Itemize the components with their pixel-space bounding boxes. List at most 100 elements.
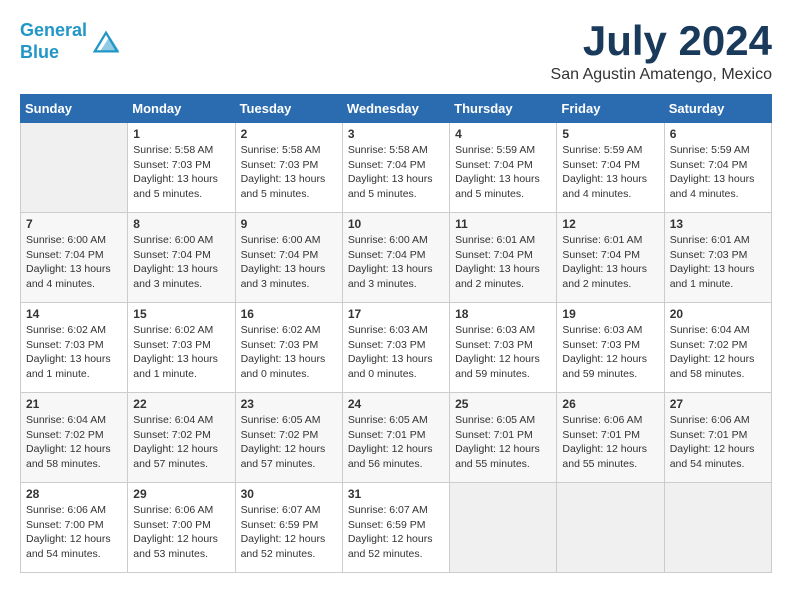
calendar-cell: 7Sunrise: 6:00 AM Sunset: 7:04 PM Daylig… [21,213,128,303]
weekday-header-tuesday: Tuesday [235,95,342,123]
day-info: Sunrise: 6:06 AM Sunset: 7:00 PM Dayligh… [133,503,229,562]
day-number: 31 [348,487,444,501]
calendar-cell: 1 Sunrise: 5:58 AM Sunset: 7:03 PM Daylig… [128,123,235,213]
calendar-cell: 11 Sunrise: 6:01 AM Sunset: 7:04 PM Dayli… [450,213,557,303]
calendar-week-row: 1 Sunrise: 5:58 AM Sunset: 7:03 PM Daylig… [21,123,772,213]
logo-text: GeneralBlue [20,20,87,63]
day-info: Sunrise: 6:06 AM Sunset: 7:01 PM Dayligh… [670,413,766,472]
calendar-cell: 21 Sunrise: 6:04 AM Sunset: 7:02 PM Dayli… [21,393,128,483]
day-number: 5 [562,127,658,141]
day-info: Sunrise: 5:58 AM Sunset: 7:03 PM Dayligh… [133,143,229,202]
calendar-cell: 28Sunrise: 6:06 AM Sunset: 7:00 PM Dayli… [21,483,128,573]
weekday-header-saturday: Saturday [664,95,771,123]
weekday-header-row: SundayMondayTuesdayWednesdayThursdayFrid… [21,95,772,123]
day-info: Sunrise: 6:04 AM Sunset: 7:02 PM Dayligh… [26,413,122,472]
day-info: Sunrise: 6:01 AM Sunset: 7:03 PM Dayligh… [670,233,766,292]
calendar-cell: 3Sunrise: 5:58 AM Sunset: 7:04 PM Daylig… [342,123,449,213]
day-number: 19 [562,307,658,321]
day-info: Sunrise: 6:02 AM Sunset: 7:03 PM Dayligh… [26,323,122,382]
weekday-header-sunday: Sunday [21,95,128,123]
day-info: Sunrise: 6:05 AM Sunset: 7:02 PM Dayligh… [241,413,337,472]
calendar-cell: 14 Sunrise: 6:02 AM Sunset: 7:03 PM Dayli… [21,303,128,393]
calendar-cell: 8 Sunrise: 6:00 AM Sunset: 7:04 PM Daylig… [128,213,235,303]
location: San Agustin Amatengo, Mexico [551,66,772,84]
day-info: Sunrise: 6:01 AM Sunset: 7:04 PM Dayligh… [455,233,551,292]
day-info: Sunrise: 5:59 AM Sunset: 7:04 PM Dayligh… [562,143,658,202]
day-info: Sunrise: 6:01 AM Sunset: 7:04 PM Dayligh… [562,233,658,292]
day-info: Sunrise: 6:04 AM Sunset: 7:02 PM Dayligh… [670,323,766,382]
day-info: Sunrise: 6:00 AM Sunset: 7:04 PM Dayligh… [26,233,122,292]
day-number: 13 [670,217,766,231]
day-info: Sunrise: 6:00 AM Sunset: 7:04 PM Dayligh… [133,233,229,292]
calendar-cell: 30 Sunrise: 6:07 AM Sunset: 6:59 PM Dayli… [235,483,342,573]
day-number: 25 [455,397,551,411]
day-info: Sunrise: 6:02 AM Sunset: 7:03 PM Dayligh… [241,323,337,382]
day-info: Sunrise: 6:06 AM Sunset: 7:01 PM Dayligh… [562,413,658,472]
calendar-cell: 23 Sunrise: 6:05 AM Sunset: 7:02 PM Dayli… [235,393,342,483]
calendar-cell: 16 Sunrise: 6:02 AM Sunset: 7:03 PM Dayli… [235,303,342,393]
day-number: 24 [348,397,444,411]
logo-icon [91,27,121,57]
day-info: Sunrise: 5:58 AM Sunset: 7:03 PM Dayligh… [241,143,337,202]
day-info: Sunrise: 6:06 AM Sunset: 7:00 PM Dayligh… [26,503,122,562]
calendar-cell: 26 Sunrise: 6:06 AM Sunset: 7:01 PM Dayli… [557,393,664,483]
day-number: 22 [133,397,229,411]
day-info: Sunrise: 6:00 AM Sunset: 7:04 PM Dayligh… [241,233,337,292]
day-info: Sunrise: 5:58 AM Sunset: 7:04 PM Dayligh… [348,143,444,202]
day-number: 1 [133,127,229,141]
day-number: 23 [241,397,337,411]
calendar-cell: 29 Sunrise: 6:06 AM Sunset: 7:00 PM Dayli… [128,483,235,573]
day-number: 29 [133,487,229,501]
day-number: 27 [670,397,766,411]
weekday-header-friday: Friday [557,95,664,123]
calendar-cell: 17 Sunrise: 6:03 AM Sunset: 7:03 PM Dayli… [342,303,449,393]
calendar-cell: 25 Sunrise: 6:05 AM Sunset: 7:01 PM Dayli… [450,393,557,483]
calendar-week-row: 21 Sunrise: 6:04 AM Sunset: 7:02 PM Dayli… [21,393,772,483]
calendar-cell: 12Sunrise: 6:01 AM Sunset: 7:04 PM Dayli… [557,213,664,303]
calendar-cell: 13 Sunrise: 6:01 AM Sunset: 7:03 PM Dayli… [664,213,771,303]
day-number: 16 [241,307,337,321]
calendar-cell: 27 Sunrise: 6:06 AM Sunset: 7:01 PM Dayli… [664,393,771,483]
page-header: GeneralBlue July 2024 San Agustin Amaten… [20,20,772,84]
calendar-cell: 24Sunrise: 6:05 AM Sunset: 7:01 PM Dayli… [342,393,449,483]
day-info: Sunrise: 6:00 AM Sunset: 7:04 PM Dayligh… [348,233,444,292]
calendar-cell: 4 Sunrise: 5:59 AM Sunset: 7:04 PM Daylig… [450,123,557,213]
calendar-cell: 31Sunrise: 6:07 AM Sunset: 6:59 PM Dayli… [342,483,449,573]
day-number: 4 [455,127,551,141]
calendar-cell: 20Sunrise: 6:04 AM Sunset: 7:02 PM Dayli… [664,303,771,393]
day-info: Sunrise: 5:59 AM Sunset: 7:04 PM Dayligh… [670,143,766,202]
calendar-table: SundayMondayTuesdayWednesdayThursdayFrid… [20,94,772,573]
calendar-cell: 6 Sunrise: 5:59 AM Sunset: 7:04 PM Daylig… [664,123,771,213]
title-section: July 2024 San Agustin Amatengo, Mexico [551,20,772,84]
calendar-body: 1 Sunrise: 5:58 AM Sunset: 7:03 PM Daylig… [21,123,772,573]
calendar-week-row: 7Sunrise: 6:00 AM Sunset: 7:04 PM Daylig… [21,213,772,303]
day-info: Sunrise: 5:59 AM Sunset: 7:04 PM Dayligh… [455,143,551,202]
day-number: 10 [348,217,444,231]
day-number: 2 [241,127,337,141]
calendar-week-row: 14 Sunrise: 6:02 AM Sunset: 7:03 PM Dayli… [21,303,772,393]
calendar-cell [664,483,771,573]
day-number: 8 [133,217,229,231]
day-info: Sunrise: 6:03 AM Sunset: 7:03 PM Dayligh… [455,323,551,382]
calendar-header: SundayMondayTuesdayWednesdayThursdayFrid… [21,95,772,123]
calendar-cell: 2 Sunrise: 5:58 AM Sunset: 7:03 PM Daylig… [235,123,342,213]
calendar-cell: 18 Sunrise: 6:03 AM Sunset: 7:03 PM Dayli… [450,303,557,393]
calendar-cell: 10 Sunrise: 6:00 AM Sunset: 7:04 PM Dayli… [342,213,449,303]
day-number: 18 [455,307,551,321]
day-number: 21 [26,397,122,411]
day-info: Sunrise: 6:03 AM Sunset: 7:03 PM Dayligh… [348,323,444,382]
month-title: July 2024 [551,20,772,62]
day-number: 26 [562,397,658,411]
day-number: 17 [348,307,444,321]
day-number: 11 [455,217,551,231]
day-info: Sunrise: 6:02 AM Sunset: 7:03 PM Dayligh… [133,323,229,382]
day-number: 15 [133,307,229,321]
calendar-cell: 22Sunrise: 6:04 AM Sunset: 7:02 PM Dayli… [128,393,235,483]
logo: GeneralBlue [20,20,121,63]
day-info: Sunrise: 6:07 AM Sunset: 6:59 PM Dayligh… [241,503,337,562]
day-number: 30 [241,487,337,501]
day-number: 6 [670,127,766,141]
calendar-cell: 19Sunrise: 6:03 AM Sunset: 7:03 PM Dayli… [557,303,664,393]
day-info: Sunrise: 6:05 AM Sunset: 7:01 PM Dayligh… [455,413,551,472]
day-number: 14 [26,307,122,321]
